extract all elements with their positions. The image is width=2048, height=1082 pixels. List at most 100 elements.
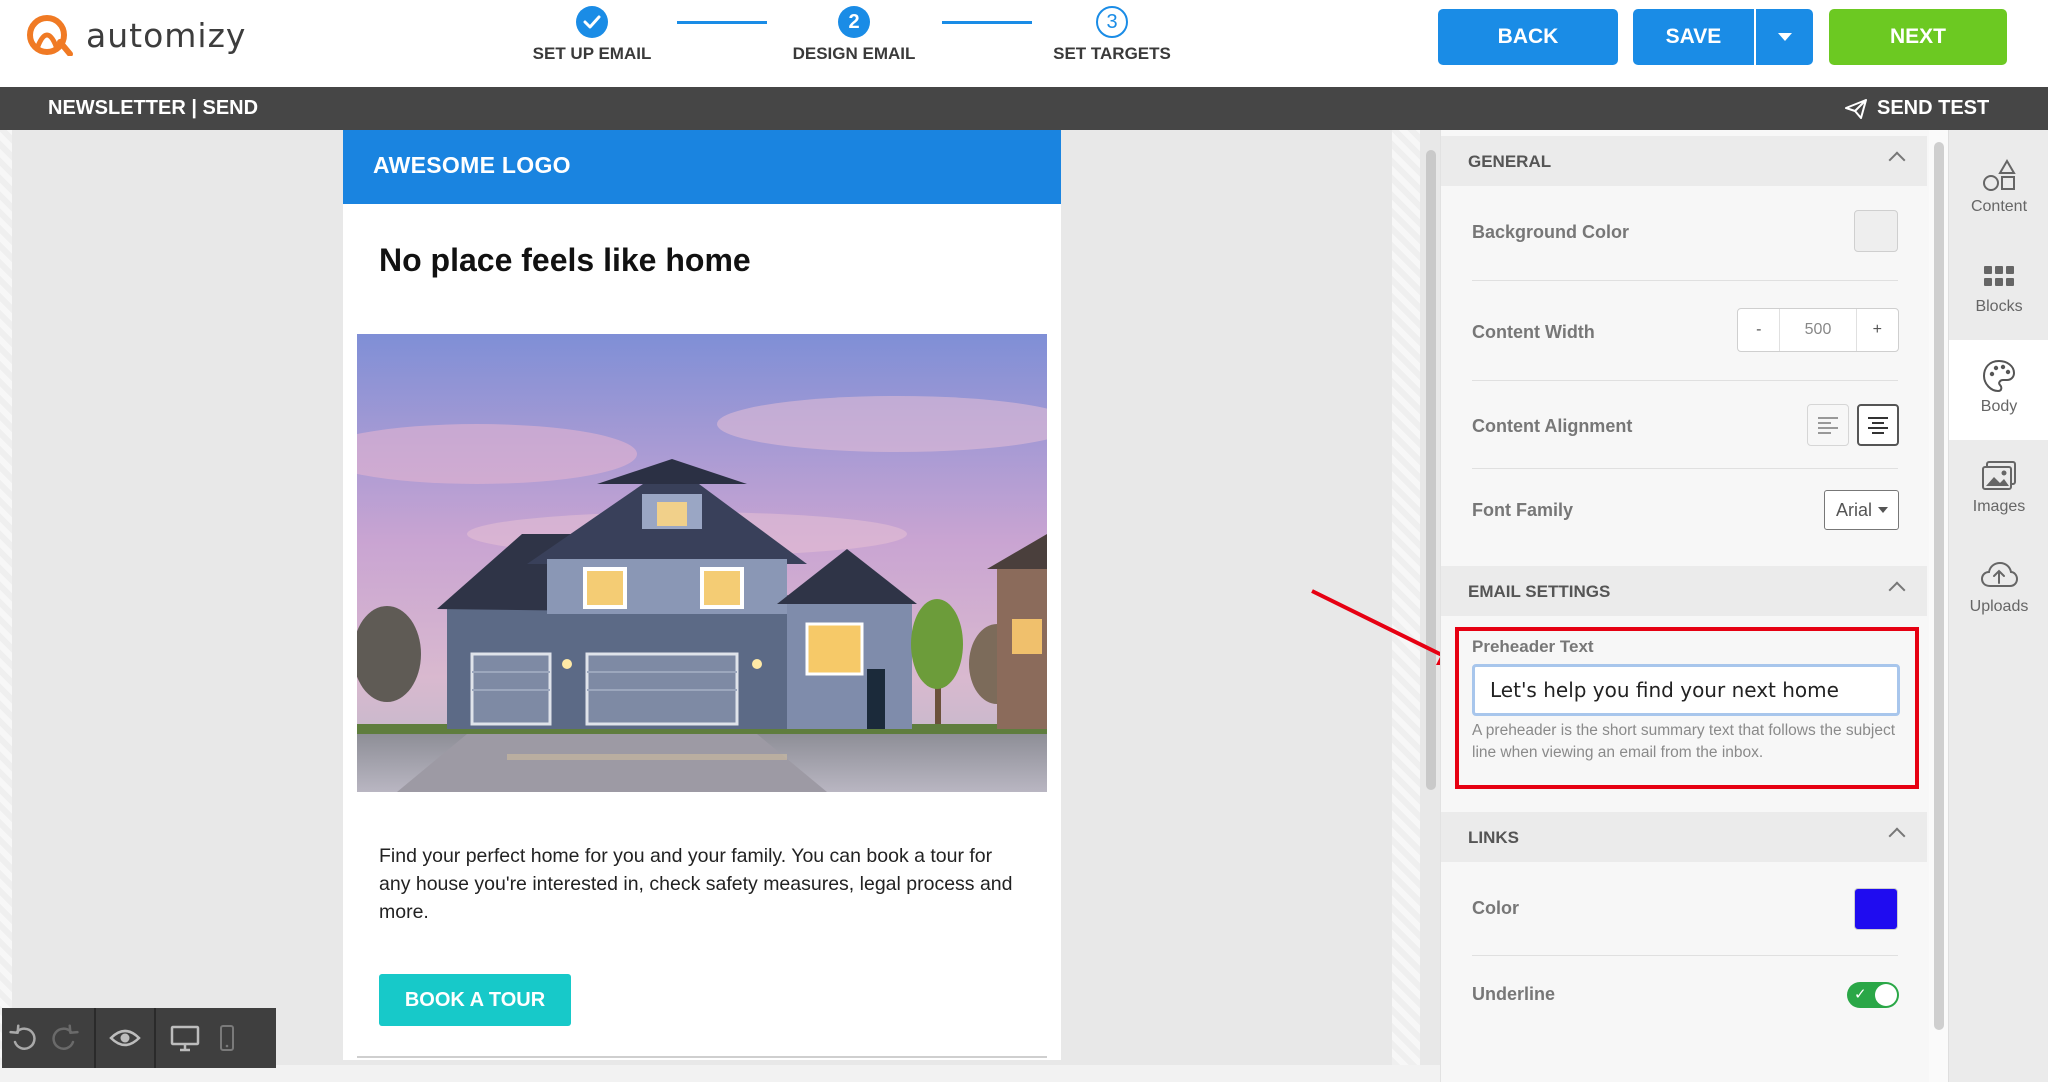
toolbar-divider bbox=[154, 1008, 156, 1068]
rail-item-body[interactable]: Body bbox=[1949, 340, 2048, 440]
email-preview: AWESOME LOGO No place feels like home Fi… bbox=[343, 130, 1061, 1060]
chevron-up-icon bbox=[1888, 581, 1906, 599]
step-label: SET UP EMAIL bbox=[532, 44, 652, 63]
redo-button[interactable] bbox=[44, 1008, 86, 1068]
font-family-value: Arial bbox=[1836, 499, 1873, 520]
section-title: LINKS bbox=[1468, 828, 1519, 847]
campaign-title: NEWSLETTER | SEND bbox=[48, 97, 259, 119]
tool-rail: Content Blocks Body Images Uploads bbox=[1948, 130, 2048, 1082]
send-test-button[interactable]: SEND TEST bbox=[1845, 97, 1989, 120]
preview-button[interactable] bbox=[104, 1008, 146, 1068]
caret-down-icon bbox=[1777, 33, 1792, 41]
step-number: 3 bbox=[1096, 6, 1128, 38]
house-photo bbox=[357, 334, 1047, 792]
font-family-label: Font Family bbox=[1472, 500, 1574, 520]
background-color-swatch[interactable] bbox=[1854, 210, 1898, 252]
align-left-button[interactable] bbox=[1807, 404, 1849, 446]
section-title: GENERAL bbox=[1468, 152, 1552, 171]
next-button[interactable]: NEXT bbox=[1829, 9, 2007, 65]
brand-name: automizy bbox=[86, 15, 247, 55]
editor-toolbar bbox=[2, 1008, 276, 1068]
increase-width-button[interactable]: + bbox=[1857, 309, 1898, 351]
section-title: EMAIL SETTINGS bbox=[1468, 582, 1611, 601]
save-options-button[interactable] bbox=[1756, 9, 1813, 65]
caret-down-icon bbox=[1878, 507, 1889, 513]
underline-label: Underline bbox=[1472, 984, 1556, 1004]
rail-label: Uploads bbox=[1969, 598, 2029, 615]
toolbar-divider bbox=[94, 1008, 96, 1068]
background-color-label: Background Color bbox=[1472, 222, 1630, 242]
paper-plane-icon bbox=[1845, 98, 1867, 119]
link-color-label: Color bbox=[1472, 898, 1519, 918]
cloud-upload-icon bbox=[1980, 561, 2019, 587]
rail-label: Content bbox=[1970, 198, 2028, 215]
align-center-button[interactable] bbox=[1857, 404, 1899, 446]
undo-button[interactable] bbox=[2, 1008, 44, 1068]
content-width-value[interactable]: 500 bbox=[1779, 309, 1857, 351]
save-button[interactable]: SAVE bbox=[1633, 9, 1754, 65]
section-links-header[interactable]: LINKS bbox=[1441, 812, 1927, 862]
content-width-label: Content Width bbox=[1472, 322, 1595, 342]
email-logo-block[interactable]: AWESOME LOGO bbox=[343, 130, 1061, 204]
rail-item-blocks[interactable]: Blocks bbox=[1949, 240, 2048, 340]
house-image[interactable] bbox=[357, 334, 1047, 792]
top-bar: automizy SET UP EMAIL 2 DESIGN EMAIL 3 S… bbox=[0, 0, 2048, 87]
mobile-icon bbox=[220, 1025, 234, 1051]
images-icon bbox=[1982, 461, 2016, 490]
sub-header: NEWSLETTER | SEND SEND TEST bbox=[0, 87, 2048, 130]
underline-toggle[interactable]: ✓ bbox=[1847, 982, 1899, 1008]
eye-icon bbox=[109, 1029, 141, 1047]
brand-logo[interactable]: automizy bbox=[26, 14, 246, 56]
check-icon: ✓ bbox=[1854, 986, 1867, 1003]
content-width-stepper: - 500 + bbox=[1737, 308, 1899, 352]
panel-scrollbar[interactable] bbox=[1934, 142, 1944, 1030]
canvas-edge bbox=[0, 130, 12, 1082]
editor-canvas[interactable]: AWESOME LOGO No place feels like home Fi… bbox=[0, 130, 1440, 1082]
section-general-header[interactable]: GENERAL bbox=[1441, 136, 1927, 186]
chevron-up-icon bbox=[1888, 827, 1906, 845]
step-set-up-email[interactable]: SET UP EMAIL bbox=[492, 6, 692, 64]
canvas-scrollbar[interactable] bbox=[1426, 150, 1436, 790]
step-set-targets[interactable]: 3 SET TARGETS bbox=[1012, 6, 1212, 64]
step-label: DESIGN EMAIL bbox=[792, 44, 916, 63]
book-a-tour-button[interactable]: BOOK A TOUR bbox=[379, 974, 571, 1026]
rail-item-images[interactable]: Images bbox=[1949, 440, 2048, 540]
decrease-width-button[interactable]: - bbox=[1738, 309, 1779, 351]
annotation-highlight-box bbox=[1455, 627, 1919, 789]
rail-label: Blocks bbox=[1975, 298, 2023, 315]
desktop-icon bbox=[170, 1025, 200, 1052]
content-alignment-label: Content Alignment bbox=[1472, 416, 1633, 436]
settings-panel: GENERAL Background Color Content Width -… bbox=[1440, 130, 1949, 1082]
step-label: SET TARGETS bbox=[1053, 44, 1171, 63]
row-divider bbox=[1472, 280, 1898, 281]
send-test-label: SEND TEST bbox=[1877, 97, 1990, 119]
email-headline[interactable]: No place feels like home bbox=[379, 242, 751, 279]
row-divider bbox=[1472, 380, 1898, 381]
desktop-view-button[interactable] bbox=[164, 1008, 206, 1068]
rail-item-content[interactable]: Content bbox=[1949, 140, 2048, 240]
align-left-icon bbox=[1818, 417, 1838, 434]
step-design-email[interactable]: 2 DESIGN EMAIL bbox=[754, 6, 954, 64]
back-button[interactable]: BACK bbox=[1438, 9, 1618, 65]
mobile-view-button[interactable] bbox=[206, 1008, 248, 1068]
rail-label: Images bbox=[1972, 498, 2026, 515]
align-center-icon bbox=[1868, 417, 1888, 434]
link-color-swatch[interactable] bbox=[1854, 888, 1898, 930]
section-email-settings-header[interactable]: EMAIL SETTINGS bbox=[1441, 566, 1927, 616]
chevron-up-icon bbox=[1888, 151, 1906, 169]
undo-icon bbox=[9, 1024, 36, 1050]
grid-icon bbox=[1984, 266, 2014, 286]
email-body-text[interactable]: Find your perfect home for you and your … bbox=[379, 842, 1019, 926]
check-icon bbox=[576, 6, 608, 38]
row-divider bbox=[1472, 955, 1898, 956]
email-logo-text: AWESOME LOGO bbox=[373, 152, 571, 178]
shapes-icon bbox=[1983, 159, 2016, 191]
email-divider bbox=[357, 1056, 1047, 1058]
palette-icon bbox=[1982, 359, 2016, 393]
step-number: 2 bbox=[838, 6, 870, 38]
font-family-select[interactable]: Arial bbox=[1824, 490, 1899, 530]
rail-item-uploads[interactable]: Uploads bbox=[1949, 540, 2048, 640]
rail-label: Body bbox=[1980, 398, 2018, 415]
automizy-logo-icon bbox=[27, 15, 73, 56]
redo-icon bbox=[52, 1024, 79, 1050]
